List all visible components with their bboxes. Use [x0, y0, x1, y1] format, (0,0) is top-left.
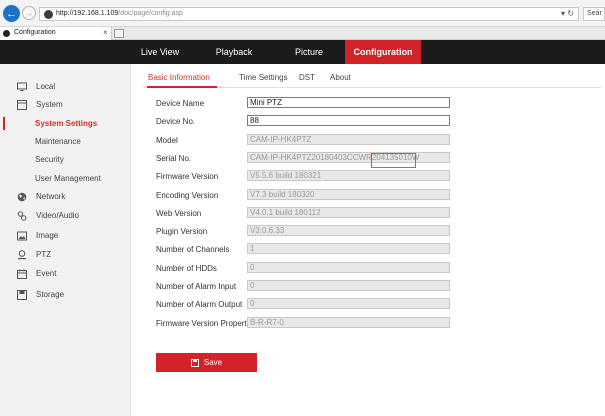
tab-strip: Configuration × [0, 27, 605, 40]
refresh-icon[interactable]: ▾ ↻ [561, 9, 574, 18]
web-version-field: V4.0.1 build 180112 [247, 207, 450, 218]
field-label: Device No. [156, 117, 196, 126]
nav-picture[interactable]: Picture [282, 40, 336, 64]
sidebar-item-label: Storage [36, 290, 65, 299]
sidebar-item-event[interactable]: Event [0, 265, 131, 282]
tab-title: Configuration [14, 29, 56, 36]
sidebar-item-user-management[interactable]: User Management [0, 170, 131, 187]
forward-arrow-icon[interactable]: → [22, 6, 36, 20]
alarm-input-field: 0 [247, 280, 450, 291]
nav-live-view[interactable]: Live View [131, 40, 189, 64]
save-button-label: Save [203, 358, 223, 367]
sidebar-item-label: Image [36, 231, 59, 240]
favicon-icon [3, 30, 10, 37]
save-button[interactable]: Save [156, 353, 257, 372]
field-label: Firmware Version [156, 172, 219, 181]
event-icon [17, 269, 27, 279]
field-label: Encoding Version [156, 191, 219, 200]
sidebar-item-image[interactable]: Image [0, 227, 131, 244]
field-label: Plugin Version [156, 227, 208, 236]
field-label: Model [156, 136, 178, 145]
search-input[interactable]: Sear [583, 7, 605, 21]
active-tab-indicator [147, 86, 217, 88]
browser-toolbar: ← → http://192.168.1.109/doc/page/config… [0, 0, 605, 27]
plugin-version-field: V3.0.6.33 [247, 225, 450, 236]
sidebar-item-label: Event [36, 269, 57, 278]
app-header: Live View Playback Picture Configuration [0, 40, 605, 64]
tab-time-settings[interactable]: Time Settings [239, 73, 288, 82]
system-icon [17, 100, 27, 110]
sidebar-item-storage[interactable]: Storage [0, 286, 131, 303]
image-icon [17, 231, 27, 241]
tab-about[interactable]: About [330, 73, 351, 82]
tab-basic-information[interactable]: Basic Information [148, 73, 210, 82]
back-arrow-icon[interactable]: ← [3, 5, 20, 22]
url-host: http://192.168.1.109 [56, 10, 119, 17]
nav-playback[interactable]: Playback [206, 40, 262, 64]
address-bar[interactable]: http://192.168.1.109/doc/page/config.asp… [39, 7, 579, 21]
field-label: Number of Channels [156, 245, 230, 254]
channels-field: 1 [247, 243, 450, 254]
sidebar-item-label: PTZ [36, 250, 52, 259]
main-content: Basic Information Time Settings DST Abou… [131, 64, 605, 416]
config-subtabs: Basic Information Time Settings DST Abou… [143, 70, 601, 88]
address-url[interactable]: http://192.168.1.109/doc/page/config.asp [56, 10, 183, 17]
sidebar-item-label: System Settings [35, 119, 98, 128]
field-label: Firmware Version Property [156, 319, 251, 328]
sidebar-item-label: Maintenance [35, 137, 81, 146]
ptz-icon [18, 250, 26, 260]
sidebar-item-label: User Management [35, 174, 101, 183]
field-label: Number of Alarm Output [156, 300, 243, 309]
sidebar-item-label: Network [36, 192, 66, 201]
video-audio-icon [17, 211, 27, 221]
globe-icon [17, 192, 27, 202]
sidebar-item-system[interactable]: System [0, 96, 131, 113]
firmware-property-field: B-R-R7-0 [247, 317, 450, 328]
model-field: CAM-IP-HK4PTZ [247, 134, 450, 145]
firmware-version-field: V5.5.6 build 180321 [247, 170, 450, 181]
serial-no-field: CAM-IP-HK4PTZ20180403CCWR204135010W [247, 152, 450, 163]
close-tab-icon[interactable]: × [103, 28, 108, 37]
save-icon [190, 358, 199, 367]
new-tab-icon[interactable] [114, 29, 124, 38]
sidebar-item-label: Local [36, 82, 56, 91]
field-label: Device Name [156, 99, 205, 108]
tab-dst[interactable]: DST [299, 73, 315, 82]
field-label: Number of Alarm Input [156, 282, 237, 291]
sidebar-item-system-settings[interactable]: System Settings [0, 115, 131, 132]
alarm-output-field: 0 [247, 298, 450, 309]
device-name-input[interactable]: Mini PTZ [247, 97, 450, 108]
site-info-icon[interactable] [44, 10, 53, 19]
browser-tab[interactable]: Configuration × [0, 27, 112, 40]
hdds-field: 0 [247, 262, 450, 273]
sidebar: Local System System Settings Maintenance… [0, 64, 131, 416]
sidebar-item-security[interactable]: Security [0, 151, 131, 168]
sidebar-item-label: Video/Audio [36, 211, 79, 220]
serial-highlight-box [371, 153, 416, 168]
sidebar-item-ptz[interactable]: PTZ [0, 246, 131, 263]
sidebar-item-video-audio[interactable]: Video/Audio [0, 207, 131, 224]
sidebar-item-local[interactable]: Local [0, 78, 131, 95]
storage-icon [17, 290, 27, 300]
field-label: Number of HDDs [156, 264, 217, 273]
sidebar-item-maintenance[interactable]: Maintenance [0, 133, 131, 150]
device-no-input[interactable]: 88 [247, 115, 450, 126]
sidebar-item-network[interactable]: Network [0, 188, 131, 205]
field-label: Serial No. [156, 154, 192, 163]
sidebar-item-label: System [36, 100, 63, 109]
sidebar-item-label: Security [35, 155, 64, 164]
monitor-icon [17, 82, 27, 91]
nav-configuration[interactable]: Configuration [345, 40, 421, 64]
encoding-version-field: V7.3 build 180320 [247, 189, 450, 200]
field-label: Web Version [156, 209, 202, 218]
url-path: /doc/page/config.asp [118, 10, 183, 17]
